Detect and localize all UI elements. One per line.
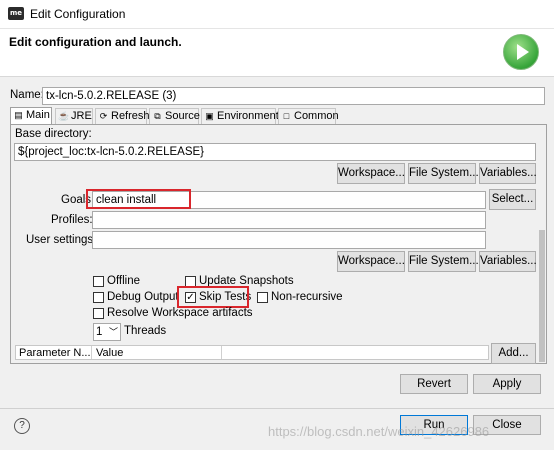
tab-jre-label: JRE: [71, 110, 92, 122]
file-system-button-2[interactable]: File System...: [408, 251, 479, 272]
tab-refresh[interactable]: ⟳ Refresh: [95, 108, 150, 124]
threads-select[interactable]: 1 ﹀: [93, 323, 121, 341]
tab-main-label: Main: [26, 109, 50, 121]
jre-icon: ☕: [58, 111, 70, 121]
tab-source[interactable]: ⧉ Source: [149, 108, 200, 124]
offline-label: Offline: [107, 275, 141, 287]
resolve-workspace-checkbox[interactable]: [93, 308, 104, 319]
watermark-text: https://blog.csdn.net/weixin_42626986: [268, 424, 490, 439]
column-header-parameter[interactable]: Parameter N...: [19, 347, 91, 360]
tab-jre[interactable]: ☕ JRE: [55, 108, 93, 124]
dialog-header: Edit configuration and launch.: [0, 29, 554, 77]
panel-scrollbar[interactable]: [538, 130, 546, 362]
refresh-icon: ⟳: [99, 111, 108, 121]
variables-button[interactable]: Variables...: [479, 163, 537, 184]
profiles-field[interactable]: [92, 211, 486, 229]
tab-source-label: Source: [165, 110, 200, 122]
revert-button[interactable]: Revert: [400, 374, 468, 394]
user-settings-field[interactable]: [92, 231, 486, 249]
header-title: Edit configuration and launch.: [9, 35, 182, 49]
apply-button[interactable]: Apply: [473, 374, 541, 394]
tab-environment[interactable]: ▣ Environment: [201, 108, 279, 124]
workspace-button-2[interactable]: Workspace...: [337, 251, 405, 272]
select-button[interactable]: Select...: [489, 189, 536, 210]
source-icon: ⧉: [154, 111, 161, 121]
tab-environment-label: Environment: [217, 110, 279, 122]
workspace-button[interactable]: Workspace...: [337, 163, 405, 184]
run-play-icon: [503, 34, 539, 70]
profiles-label: Profiles:: [51, 214, 93, 226]
user-settings-label: User settings:: [26, 234, 97, 246]
parameter-table-header: Parameter N... Value: [15, 345, 489, 360]
skip-tests-highlight-box: [177, 286, 249, 308]
column-divider: [91, 346, 92, 359]
non-recursive-label: Non-recursive: [271, 291, 343, 303]
document-icon: ▤: [14, 110, 23, 120]
debug-output-label: Debug Output: [107, 291, 179, 303]
offline-checkbox[interactable]: [93, 276, 104, 287]
threads-value: 1: [96, 326, 103, 338]
name-field[interactable]: tx-lcn-5.0.2.RELEASE (3): [42, 87, 545, 105]
tab-common[interactable]: □ Common: [278, 108, 339, 124]
non-recursive-checkbox[interactable]: [257, 292, 268, 303]
chevron-down-icon: ﹀: [108, 327, 118, 337]
column-divider-2: [221, 346, 222, 359]
goals-highlight-box: [86, 189, 191, 209]
tab-common-label: Common: [294, 110, 339, 122]
name-label: Name:: [10, 89, 44, 101]
tab-main[interactable]: ▤ Main: [10, 107, 52, 125]
tab-refresh-label: Refresh: [111, 110, 150, 122]
file-system-button[interactable]: File System...: [408, 163, 479, 184]
title-bar: me Edit Configuration: [0, 0, 554, 29]
column-header-value[interactable]: Value: [96, 347, 123, 360]
debug-output-checkbox[interactable]: [93, 292, 104, 303]
base-directory-field[interactable]: ${project_loc:tx-lcn-5.0.2.RELEASE}: [14, 143, 536, 161]
add-parameter-button[interactable]: Add...: [491, 343, 536, 364]
footer-separator: [0, 408, 554, 409]
help-icon[interactable]: ?: [14, 418, 30, 434]
window-title: Edit Configuration: [30, 7, 126, 21]
common-icon: □: [283, 111, 290, 121]
eclipse-mars-icon: me: [8, 7, 24, 20]
resolve-workspace-label: Resolve Workspace artifacts: [107, 307, 253, 319]
variables-button-2[interactable]: Variables...: [479, 251, 537, 272]
environment-icon: ▣: [205, 111, 214, 121]
threads-label: Threads: [124, 325, 167, 337]
scrollbar-thumb[interactable]: [539, 230, 545, 362]
base-directory-label: Base directory:: [15, 128, 92, 140]
